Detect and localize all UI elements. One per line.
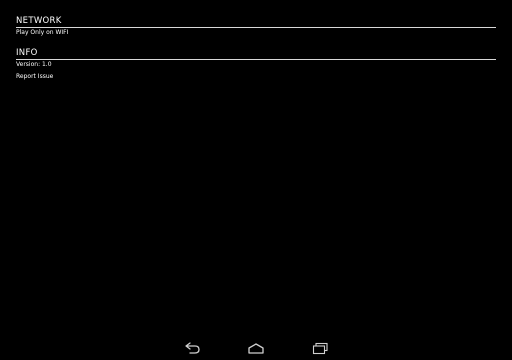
back-icon — [185, 342, 200, 354]
section-divider — [16, 27, 496, 28]
pref-item-play-only-on-wifi[interactable]: Play Only on WIFI — [16, 29, 68, 37]
network-section: NETWORK — [16, 16, 496, 28]
recent-apps-button[interactable] — [308, 340, 332, 356]
pref-item-report-issue[interactable]: Report Issue — [16, 73, 53, 81]
navigation-bar — [0, 336, 512, 360]
recent-apps-icon — [312, 342, 328, 355]
home-icon — [248, 343, 264, 354]
section-divider — [16, 59, 496, 60]
section-header-info: INFO — [16, 48, 38, 58]
back-button[interactable] — [180, 340, 204, 356]
home-button[interactable] — [244, 340, 268, 356]
info-section: INFO — [16, 48, 496, 60]
section-header-network: NETWORK — [16, 16, 62, 26]
settings-screen: NETWORK Play Only on WIFI INFO Version: … — [0, 0, 512, 336]
pref-item-version[interactable]: Version: 1.0 — [16, 61, 52, 69]
